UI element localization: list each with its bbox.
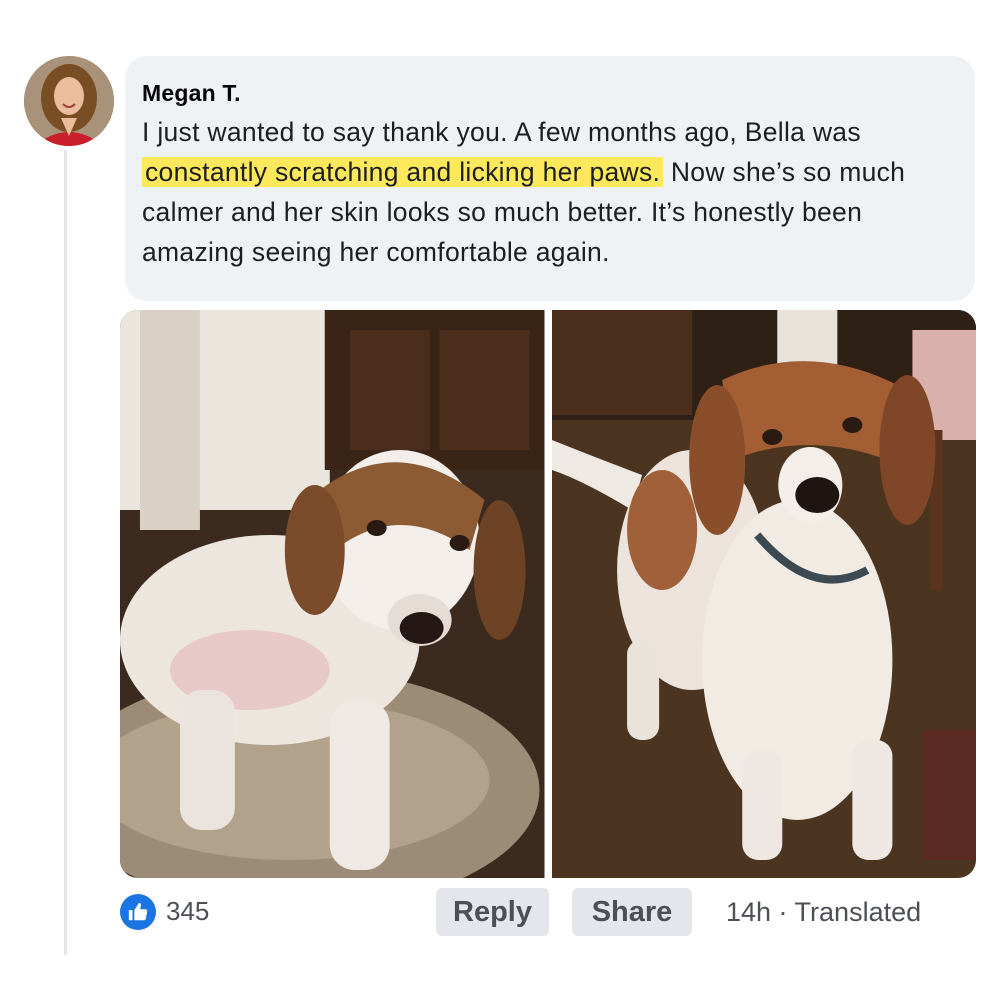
thumbs-up-glyph <box>128 902 148 921</box>
comment-highlight: constantly scratching and licking her pa… <box>142 157 664 187</box>
thumbs-up-icon[interactable] <box>120 894 156 930</box>
comment-author[interactable]: Megan T. <box>142 78 958 108</box>
comment-text-part-1: I just wanted to say thank you. A few mo… <box>142 117 861 147</box>
dog-lying-image <box>120 310 545 878</box>
comment-bubble: Megan T. I just wanted to say thank you.… <box>125 56 975 301</box>
photo-grid <box>120 310 976 878</box>
dog-standing-image <box>551 310 976 878</box>
comment-footer: 345 Reply Share 14h · Translated <box>120 886 980 940</box>
thread-line <box>64 150 67 955</box>
reply-button[interactable]: Reply <box>436 888 549 936</box>
avatar[interactable] <box>24 56 114 146</box>
avatar-image <box>24 56 114 146</box>
comment-meta: 14h · Translated <box>726 897 922 927</box>
like-count[interactable]: 345 <box>166 896 209 927</box>
share-button[interactable]: Share <box>572 888 692 936</box>
photo-before[interactable] <box>120 310 545 878</box>
photo-after[interactable] <box>551 310 976 878</box>
comment-text: I just wanted to say thank you. A few mo… <box>142 112 958 272</box>
